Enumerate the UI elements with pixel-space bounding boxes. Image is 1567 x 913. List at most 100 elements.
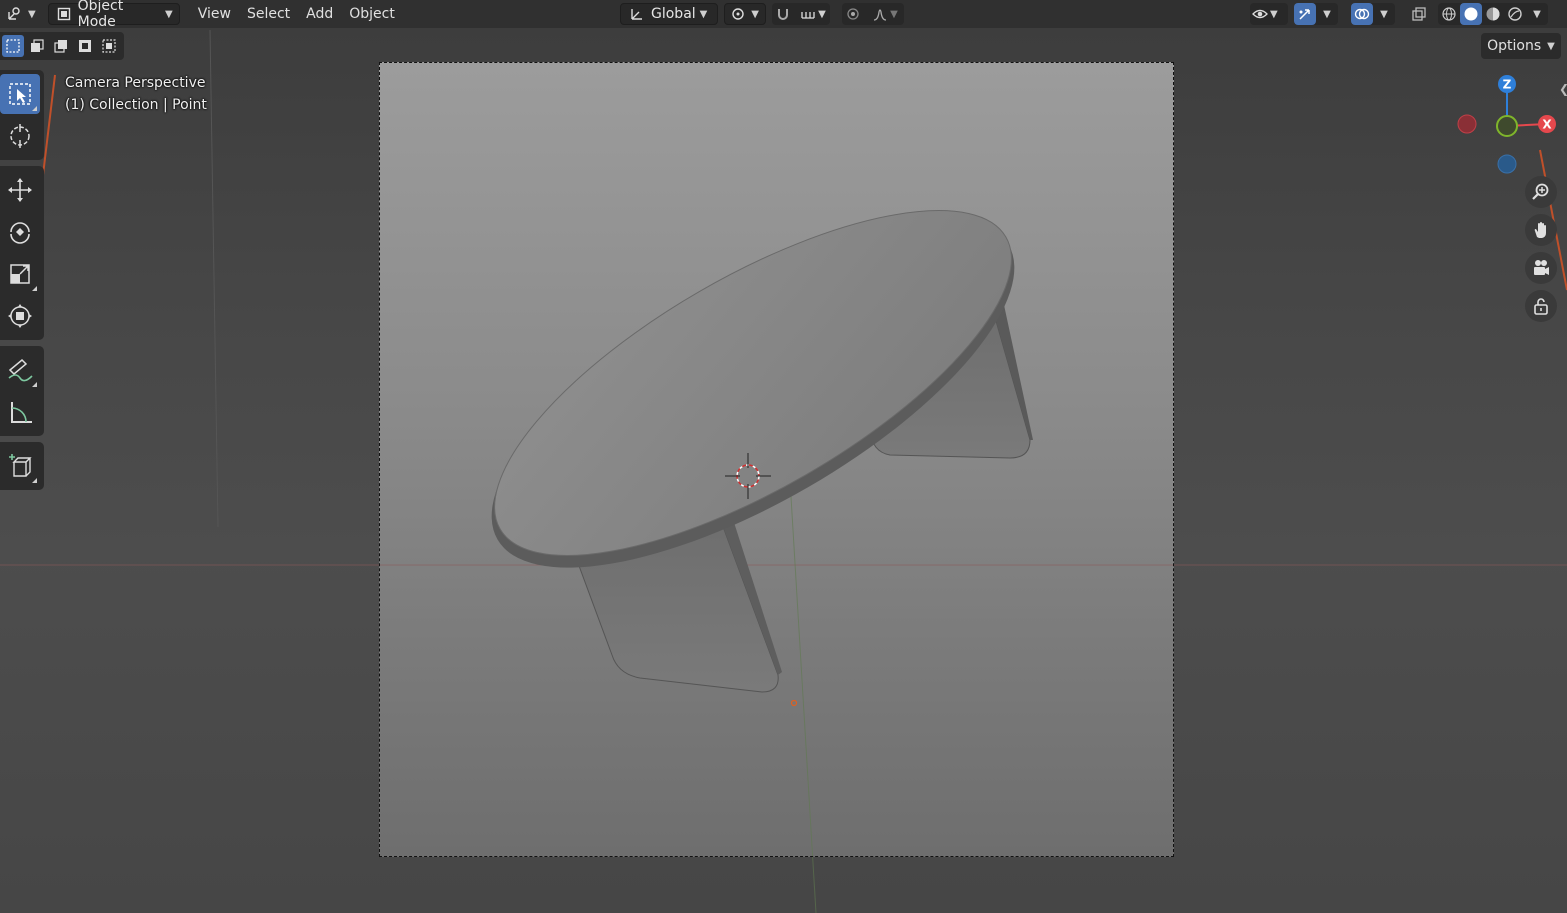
pan-button[interactable] <box>1525 214 1557 246</box>
camera-frame <box>379 62 1174 857</box>
gizmo-options[interactable]: ▼ <box>1316 3 1338 25</box>
visibility-group[interactable]: ▼ <box>1250 3 1288 25</box>
chevron-down-icon: ▼ <box>1380 8 1388 20</box>
3d-viewport[interactable] <box>0 0 1567 913</box>
add-cube-icon <box>9 454 32 477</box>
select-box-icon <box>9 83 31 105</box>
hand-icon <box>1534 222 1546 238</box>
select-mode-intersect[interactable] <box>98 35 120 57</box>
chevron-down-icon: ▼ <box>1270 8 1278 20</box>
chevron-down-icon: ▼ <box>751 8 759 20</box>
tool-options-corner <box>32 382 37 387</box>
shading-options[interactable]: ▼ <box>1526 3 1548 25</box>
overlays-group: ▼ <box>1351 3 1395 25</box>
zoom-magnifier-icon <box>1532 183 1549 200</box>
overlays-icon <box>1352 4 1372 24</box>
gizmo-y-axis[interactable] <box>1496 115 1518 137</box>
xray-icon <box>1409 4 1429 24</box>
tool-annotate[interactable] <box>0 350 40 390</box>
select-invert-icon <box>79 40 91 52</box>
tool-group-select <box>0 70 44 160</box>
camera-icon <box>1534 260 1549 275</box>
orientation-label: Global <box>651 6 696 22</box>
falloff-selector[interactable]: ▼ <box>864 3 904 25</box>
shading-group: ▼ <box>1438 3 1548 25</box>
header-menus: View Select Add Object <box>190 3 403 25</box>
orientation-global-icon <box>627 4 647 24</box>
magnet-icon <box>773 4 793 24</box>
gizmo-toggle[interactable] <box>1294 3 1316 25</box>
tool-shelf <box>0 70 44 496</box>
chevron-down-icon: ▼ <box>1547 40 1555 52</box>
viewport-header: ▼ Object Mode ▼ View Select Add Object G… <box>0 0 1567 30</box>
tool-scale[interactable] <box>0 254 40 294</box>
eye-icon <box>1250 4 1270 24</box>
select-intersect-icon <box>102 39 116 53</box>
tool-rotate[interactable] <box>0 212 40 252</box>
gizmo-neg-z[interactable] <box>1497 154 1517 174</box>
tool-options-corner <box>32 478 37 483</box>
gizmo-neg-x[interactable] <box>1457 114 1477 134</box>
chevron-down-icon: ▼ <box>1533 8 1541 20</box>
menu-object[interactable]: Object <box>341 3 403 25</box>
options-label: Options <box>1487 38 1542 54</box>
select-mode-subtract[interactable] <box>50 35 72 57</box>
solid-sphere-icon <box>1461 4 1481 24</box>
gizmo-z-label: Z <box>1503 78 1512 92</box>
tool-add-cube[interactable] <box>0 446 40 486</box>
chevron-down-icon: ▼ <box>699 8 708 20</box>
select-mode-extend[interactable] <box>26 35 48 57</box>
proportional-edit-toggle[interactable] <box>842 3 864 25</box>
mode-label: Object Mode <box>77 0 124 30</box>
mode-selector[interactable]: Object Mode ▼ <box>47 0 180 30</box>
wireframe-sphere-icon <box>1439 4 1459 24</box>
tool-options-corner <box>32 106 37 111</box>
options-dropdown[interactable]: Options ▼ <box>1481 33 1561 59</box>
pivot-point-selector[interactable]: ▼ <box>724 3 766 25</box>
shading-wireframe[interactable] <box>1438 3 1460 25</box>
tool-options-corner <box>32 286 37 291</box>
snap-toggle[interactable] <box>772 3 794 25</box>
tool-transform[interactable] <box>0 296 40 336</box>
menu-add[interactable]: Add <box>298 3 341 25</box>
transform-icon <box>8 304 32 328</box>
overlays-toggle[interactable] <box>1351 3 1373 25</box>
tool-measure[interactable] <box>0 392 40 432</box>
shading-solid[interactable] <box>1460 3 1482 25</box>
select-mode-set[interactable] <box>2 35 24 57</box>
falloff-curve-icon <box>870 4 890 24</box>
view-name: Camera Perspective <box>65 75 206 91</box>
material-sphere-icon <box>1483 4 1503 24</box>
rotate-icon <box>10 222 30 244</box>
unlock-icon <box>1534 298 1548 315</box>
tool-move[interactable] <box>0 170 40 210</box>
snap-target-selector[interactable]: ▼ <box>794 3 830 25</box>
tool-cursor[interactable] <box>0 116 40 156</box>
editor-type-button[interactable]: ▼ <box>0 3 40 25</box>
gizmo-group: ▼ <box>1294 3 1338 25</box>
transform-orientation-selector[interactable]: Global ▼ <box>620 3 718 25</box>
tool-select-box[interactable] <box>0 74 40 114</box>
scale-icon <box>10 264 30 284</box>
sidebar-toggle-arrow[interactable]: ❮ <box>1559 82 1567 96</box>
camera-view-button[interactable] <box>1525 252 1557 284</box>
shading-rendered[interactable] <box>1504 3 1526 25</box>
menu-view[interactable]: View <box>190 3 239 25</box>
proportional-edit-group: ▼ <box>842 3 904 25</box>
selection-mode-strip <box>0 32 124 60</box>
shading-material-preview[interactable] <box>1482 3 1504 25</box>
select-extend-icon <box>31 39 44 52</box>
navigation-gizmo[interactable]: Z X <box>1450 72 1567 182</box>
zoom-button[interactable] <box>1525 176 1557 208</box>
collection-object-info: (1) Collection | Point <box>65 97 207 113</box>
select-mode-invert[interactable] <box>74 35 96 57</box>
gizmo-x-label: X <box>1542 118 1552 132</box>
xray-toggle[interactable] <box>1408 3 1430 25</box>
select-set-icon <box>6 39 20 53</box>
lock-camera-button[interactable] <box>1525 290 1557 322</box>
menu-select[interactable]: Select <box>239 3 298 25</box>
snap-increment-icon <box>798 4 818 24</box>
proportional-edit-icon <box>843 4 863 24</box>
overlays-options[interactable]: ▼ <box>1373 3 1395 25</box>
cursor-icon <box>10 124 30 148</box>
